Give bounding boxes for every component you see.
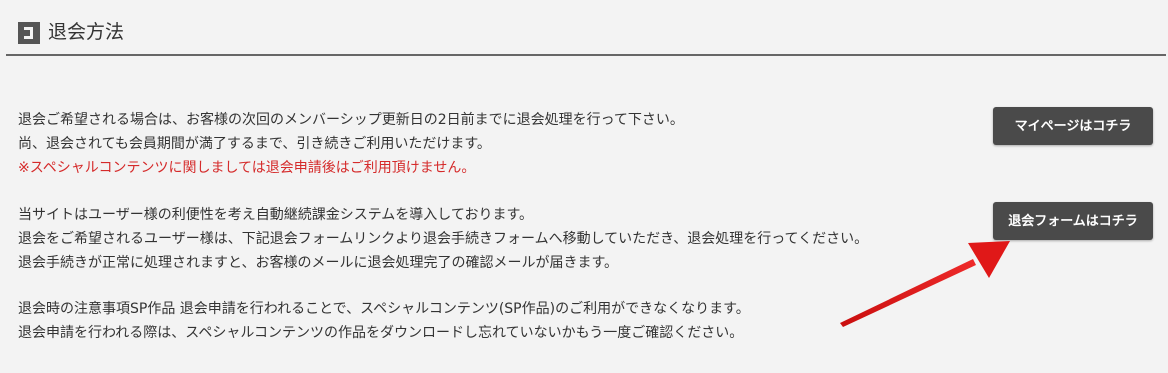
text-line: 退会手続きが正常に処理されますと、お客様のメールに退会処理完了の確認メールが届き…	[18, 255, 619, 271]
renewal-info-paragraph: 退会ご希望される場合は、お客様の次回のメンバーシップ更新日の2日前までに退会処理…	[18, 108, 684, 180]
cancellation-notes-paragraph: 退会時の注意事項SP作品 退会申請を行われることで、スペシャルコンテンツ(SP作…	[18, 297, 750, 345]
square-frame-icon	[18, 22, 40, 44]
special-content-notice: ※スペシャルコンテンツに関しましては退会申請後はご利用頂けません。	[18, 160, 476, 176]
mypage-button[interactable]: マイページはコチラ	[993, 107, 1153, 145]
red-arrow-icon	[840, 241, 1010, 327]
text-line: 退会時の注意事項SP作品 退会申請を行われることで、スペシャルコンテンツ(SP作…	[18, 301, 750, 317]
text-line: 尚、退会されても会員期間が満了するまで、引き続きご利用いただけます。	[18, 136, 491, 152]
text-line: 退会申請を行われる際は、スペシャルコンテンツの作品をダウンロードし忘れていないか…	[18, 325, 744, 341]
text-line: 退会ご希望される場合は、お客様の次回のメンバーシップ更新日の2日前までに退会処理…	[18, 112, 684, 128]
auto-billing-paragraph: 当サイトはユーザー様の利便性を考え自動継続課金システムを導入しております。 退会…	[18, 203, 868, 275]
text-line: 当サイトはユーザー様の利便性を考え自動継続課金システムを導入しております。	[18, 207, 534, 223]
page-title: 退会方法	[48, 21, 125, 43]
text-line: 退会をご希望されるユーザー様は、下記退会フォームリンクより退会手続きフォームへ移…	[18, 231, 869, 247]
section-header: 退会方法	[6, 0, 1166, 56]
